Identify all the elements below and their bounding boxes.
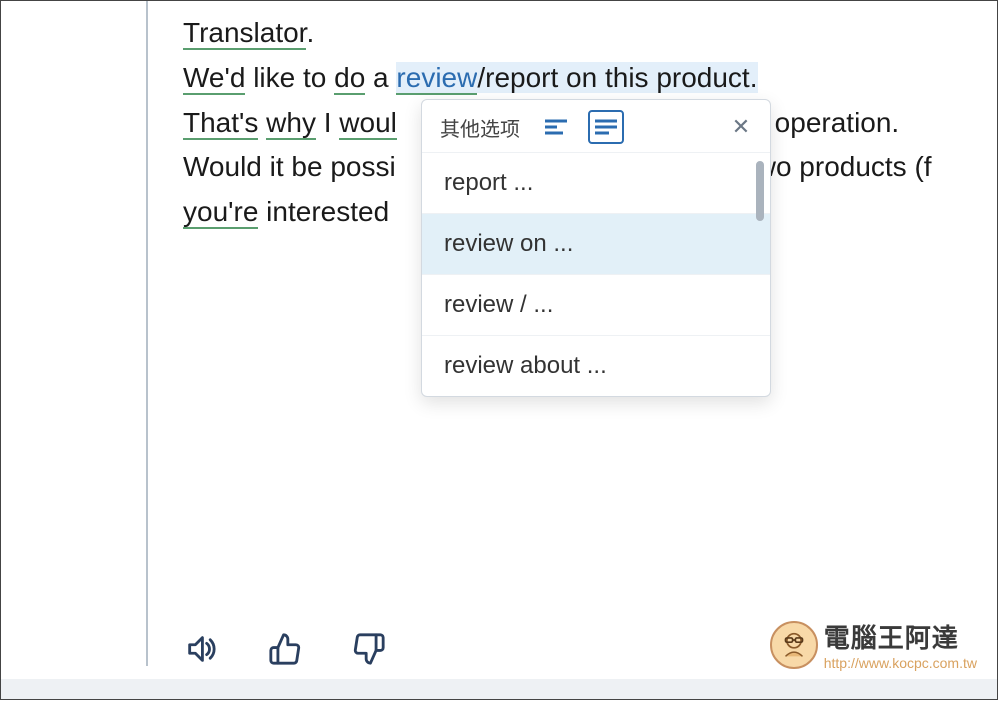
text-frag: like to [245,62,334,93]
watermark: 電腦王阿達 http://www.kocpc.com.tw [770,618,977,671]
feedback-bar [181,629,389,669]
app-frame: Translator. We'd like to do a review/rep… [0,0,998,700]
thumbs-up-icon[interactable] [265,629,305,669]
punct: . [306,17,314,48]
text-frag: wo products (f [756,151,932,182]
long-lines-icon[interactable] [588,110,624,144]
text-frag: Would it be possi [183,151,396,182]
alternative-item[interactable]: report ... [422,153,770,214]
thumbs-down-icon[interactable] [349,629,389,669]
text-frag: interested [258,196,389,227]
alternative-item[interactable]: review on ... [422,214,770,275]
popup-header: 其他选项 ✕ [422,100,770,153]
close-icon[interactable]: ✕ [726,112,756,142]
text-frag: I [316,107,339,138]
watermark-title: 電腦王阿達 [824,618,977,655]
alternatives-popup: 其他选项 ✕ report ... review on ... [421,99,771,397]
popup-list: report ... review on ... review / ... re… [422,153,770,396]
scrollbar-thumb[interactable] [756,161,764,221]
highlighted-phrase[interactable]: /report on this product. [477,62,757,93]
word-why[interactable]: why [266,107,316,140]
alternative-item[interactable]: review about ... [422,336,770,396]
watermark-url: http://www.kocpc.com.tw [824,655,977,671]
speaker-icon[interactable] [181,629,221,669]
text-frag: operation. [767,107,899,138]
short-lines-icon[interactable] [538,110,574,144]
word-woul[interactable]: woul [339,107,397,140]
word-wed[interactable]: We'd [183,62,245,95]
text-line: Translator. [183,11,967,56]
popup-title: 其他选项 [440,113,520,142]
word-thats[interactable]: That's [183,107,258,140]
word-youre[interactable]: you're [183,196,258,229]
alternative-item[interactable]: review / ... [422,275,770,336]
word-translator[interactable]: Translator [183,17,306,50]
text-line: We'd like to do a review/report on this … [183,56,967,101]
word-do[interactable]: do [334,62,365,95]
text-frag: a [365,62,396,93]
selected-word-review[interactable]: review [396,62,477,95]
watermark-avatar-icon [770,621,818,669]
bottom-strip [1,679,997,699]
